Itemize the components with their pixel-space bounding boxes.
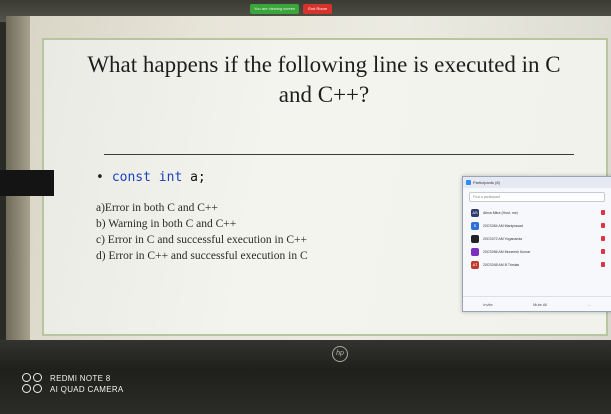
camera-watermark: REDMI NOTE 8 AI QUAD CAMERA [22, 373, 124, 395]
option-b: b) Warning in both C and C++ [96, 218, 237, 230]
participants-panel-header[interactable]: Participants (8) [463, 177, 611, 188]
mic-muted-icon[interactable] [601, 262, 605, 267]
avatar: AS [471, 208, 479, 217]
participant-row[interactable]: 20CS056 AM Muneesh Kumar [463, 245, 611, 258]
avatar [471, 234, 479, 243]
watermark-camera: AI QUAD CAMERA [50, 385, 124, 394]
code-line: • const int a; [96, 170, 206, 185]
screen-share-status: You are viewing screen [250, 4, 300, 14]
participant-name: 20CS072 AM Yogananda [483, 236, 523, 241]
more-options-button[interactable]: ... [588, 302, 591, 307]
code-keywords: const int [111, 170, 183, 185]
end-room-button[interactable]: End Room [303, 4, 333, 14]
slide-title: What happens if the following line is ex… [87, 52, 561, 107]
participant-row[interactable]: S 20CS054 AM Maniprasad [463, 219, 611, 232]
participant-row[interactable]: AS Alexa Mitra (Host, me) [463, 206, 611, 219]
mute-all-button[interactable]: Mute All [533, 302, 547, 307]
bullet: • [96, 170, 104, 185]
watermark-text: REDMI NOTE 8 AI QUAD CAMERA [50, 373, 124, 395]
participant-name: 20CS056 AM Muneesh Kumar [483, 249, 531, 254]
zoom-share-bar: You are viewing screen End Room [250, 4, 440, 14]
watermark-model: REDMI NOTE 8 [50, 374, 111, 383]
mic-muted-icon[interactable] [601, 236, 605, 241]
participants-panel-footer: Invite Mute All ... [463, 296, 611, 311]
black-sticker [0, 170, 54, 196]
participants-title: Participants (8) [473, 180, 500, 185]
avatar: S [471, 221, 479, 230]
avatar [471, 247, 479, 256]
quad-camera-icon [22, 373, 44, 395]
mic-muted-icon[interactable] [601, 223, 605, 228]
participant-search-input[interactable]: Find a participant [469, 192, 605, 202]
participant-row[interactable]: 20CS072 AM Yogananda [463, 232, 611, 245]
option-c: c) Error in C and successful execution i… [96, 234, 307, 246]
avatar: AT [471, 260, 479, 269]
option-a: a)Error in both C and C++ [96, 202, 218, 214]
code-identifier: a; [190, 170, 206, 185]
answer-options: a)Error in both C and C++ b) Warning in … [96, 200, 308, 264]
invite-button[interactable]: Invite [483, 302, 493, 307]
zoom-logo-icon [466, 180, 471, 185]
mic-muted-icon[interactable] [601, 249, 605, 254]
participants-panel[interactable]: Participants (8) Find a participant AS A… [462, 176, 611, 312]
participant-name: 20CS054 AM Maniprasad [483, 223, 523, 228]
participant-row[interactable]: AT 20CS048 AM B Trimlas [463, 258, 611, 271]
option-d: d) Error in C++ and successful execution… [96, 250, 308, 262]
participant-name: 20CS048 AM B Trimlas [483, 262, 520, 267]
participant-name: Alexa Mitra (Host, me) [483, 210, 518, 215]
title-divider [104, 154, 574, 155]
hp-logo-icon: hp [332, 346, 348, 362]
monitor-screen: What happens if the following line is ex… [6, 16, 611, 346]
mic-muted-icon[interactable] [601, 210, 605, 215]
